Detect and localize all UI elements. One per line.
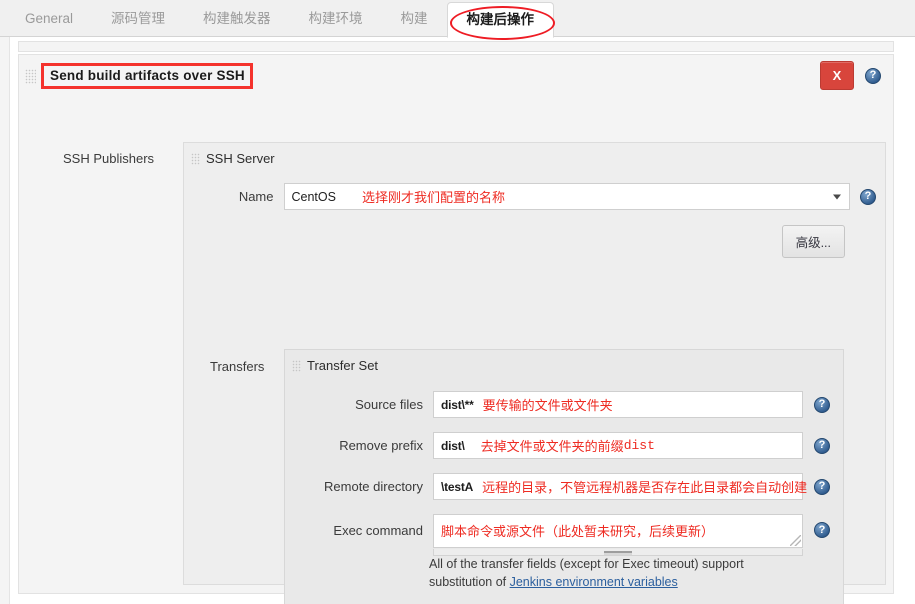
ssh-server-name-select[interactable]: CentOS 选择刚才我们配置的名称	[283, 183, 850, 210]
tab-build[interactable]: 构建	[382, 0, 447, 37]
tab-scm-label: 源码管理	[111, 11, 166, 26]
delete-publisher-button[interactable]: X	[820, 61, 854, 90]
jenkins-environment-variables-link[interactable]: Jenkins environment variables	[510, 575, 678, 589]
ssh-server-name-value: CentOS	[291, 189, 336, 204]
transfer-help-text-line1: All of the transfer fields (except for E…	[429, 557, 744, 571]
ssh-server-title: SSH Server	[206, 151, 275, 166]
help-icon[interactable]: ?	[814, 522, 830, 538]
publisher-send-build-artifacts-over-ssh: Send build artifacts over SSH X ? SSH Pu…	[18, 54, 894, 604]
delete-publisher-label: X	[832, 68, 842, 83]
help-icon[interactable]: ?	[814, 437, 830, 454]
tab-general-label: General	[25, 11, 74, 26]
help-icon-glyph: ?	[818, 523, 826, 536]
chevron-down-icon	[833, 194, 841, 199]
transfer-set-title: Transfer Set	[307, 358, 379, 373]
annotation-remove-prefix-suffix: dist	[623, 438, 655, 453]
tab-scm[interactable]: 源码管理	[92, 0, 184, 37]
config-body: Send build artifacts over SSH X ? SSH Pu…	[0, 37, 915, 604]
annotation-remove-prefix: 去掉文件或文件夹的前缀	[480, 439, 624, 454]
tab-build-triggers[interactable]: 构建触发器	[184, 0, 290, 37]
publisher-help-icon-wrap: ?	[865, 66, 881, 84]
publisher-header: Send build artifacts over SSH	[25, 63, 253, 89]
help-icon[interactable]: ?	[865, 67, 881, 84]
config-tabbar: General 源码管理 构建触发器 构建环境 构建 构建后操作	[0, 0, 915, 40]
help-icon[interactable]: ?	[860, 188, 876, 205]
ssh-server-panel: SSH Server Name CentOS 选择刚才我们配置的名称 ? 高级.…	[183, 142, 886, 604]
help-icon-glyph: ?	[818, 398, 826, 410]
annotation-remote-directory: 远程的目录，不管远程机器是否存在此目录都会自动创建	[482, 480, 808, 495]
remove-prefix-input[interactable]: dist\ 去掉文件或文件夹的前缀 dist	[433, 432, 803, 459]
transfer-help-text: All of the transfer fields (except for E…	[429, 555, 789, 591]
resize-handle-icon[interactable]	[790, 535, 801, 546]
tab-post-build-actions-label: 构建后操作	[466, 12, 535, 27]
remote-directory-value: \testA	[441, 479, 474, 494]
ssh-server-name-row: Name CentOS 选择刚才我们配置的名称 ?	[196, 183, 876, 210]
source-files-label: Source files	[355, 397, 423, 412]
ssh-server-advanced-wrap: 高级...	[781, 225, 845, 258]
tab-build-label: 构建	[400, 11, 428, 26]
ssh-server-header: SSH Server	[191, 151, 275, 166]
ssh-server-name-label: Name	[238, 189, 274, 204]
tab-build-triggers-label: 构建触发器	[203, 11, 271, 26]
tab-build-environment[interactable]: 构建环境	[290, 0, 382, 37]
tab-general[interactable]: General	[6, 0, 92, 37]
help-icon-glyph: ?	[869, 69, 877, 81]
exec-command-wrap: 脚本命令或源文件（此处暂未研究，后续更新）	[433, 514, 803, 556]
drag-grip-icon[interactable]	[292, 359, 301, 372]
tab-build-environment-label: 构建环境	[308, 11, 363, 26]
transfer-help-text-line2-prefix: substitution of	[429, 575, 510, 589]
source-files-input[interactable]: dist\** 要传输的文件或文件夹	[433, 391, 803, 418]
remote-directory-input[interactable]: \testA 远程的目录，不管远程机器是否存在此目录都会自动创建	[433, 473, 807, 500]
section-divider-strip	[18, 41, 894, 52]
jenkins-job-config-screen: General 源码管理 构建触发器 构建环境 构建 构建后操作 Send bu…	[0, 0, 915, 604]
transfer-set-panel: Transfer Set Source files dist\** 要传输的文件…	[284, 349, 844, 604]
annotation-ssh-server-name: 选择刚才我们配置的名称	[361, 190, 505, 205]
publisher-title: Send build artifacts over SSH	[41, 63, 253, 89]
transfer-set-header: Transfer Set	[292, 358, 378, 373]
annotation-source-files: 要传输的文件或文件夹	[482, 398, 613, 413]
exec-command-label: Exec command	[333, 523, 423, 538]
drag-grip-icon[interactable]	[191, 152, 200, 165]
transfers-label: Transfers	[210, 359, 265, 374]
help-icon-glyph: ?	[864, 190, 872, 202]
left-rail	[0, 37, 10, 604]
remove-prefix-row: Remove prefix dist\ 去掉文件或文件夹的前缀 dist ?	[293, 432, 838, 459]
annotation-exec-command: 脚本命令或源文件（此处暂未研究，后续更新）	[441, 524, 715, 539]
tab-list: General 源码管理 构建触发器 构建环境 构建 构建后操作	[0, 0, 915, 40]
ssh-server-advanced-button[interactable]: 高级...	[781, 225, 845, 258]
drag-grip-icon[interactable]	[25, 68, 36, 84]
remote-directory-row: Remote directory \testA 远程的目录，不管远程机器是否存在…	[293, 473, 838, 500]
help-icon[interactable]: ?	[814, 478, 830, 495]
exec-command-textarea[interactable]: 脚本命令或源文件（此处暂未研究，后续更新）	[433, 514, 803, 548]
remote-directory-label: Remote directory	[324, 479, 423, 494]
source-files-row: Source files dist\** 要传输的文件或文件夹 ?	[293, 391, 838, 418]
help-icon-glyph: ?	[818, 439, 826, 451]
source-files-value: dist\**	[441, 397, 474, 412]
help-icon-glyph: ?	[818, 480, 826, 492]
remove-prefix-label: Remove prefix	[339, 438, 423, 453]
exec-command-row: Exec command 脚本命令或源文件（此处暂未研究，后续更新） ?	[293, 514, 838, 556]
ssh-publishers-label: SSH Publishers	[63, 151, 155, 166]
tab-post-build-actions[interactable]: 构建后操作	[446, 2, 556, 40]
remove-prefix-value: dist\	[441, 438, 465, 453]
help-icon[interactable]: ?	[814, 396, 830, 413]
